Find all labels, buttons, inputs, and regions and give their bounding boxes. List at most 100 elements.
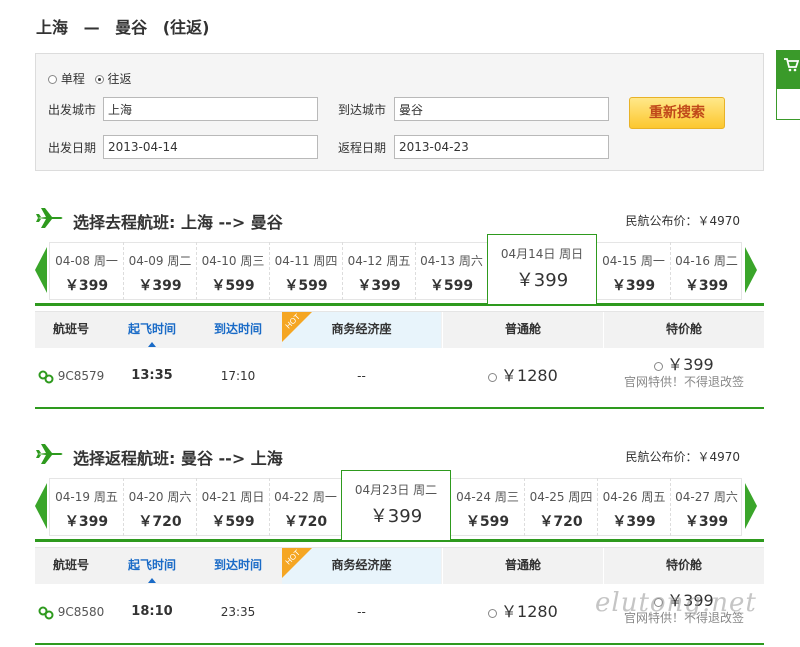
special-radio[interactable] <box>654 362 664 371</box>
special-cell[interactable]: ￥399 官网特供！不得退改签 <box>604 357 764 390</box>
date-option[interactable]: 04-16 周二 ￥399 <box>670 242 742 300</box>
date-label: 04-12 周五 <box>347 254 411 268</box>
round-trip-radio[interactable] <box>94 75 104 84</box>
date-price: ￥720 <box>539 514 583 530</box>
plane-icon <box>36 208 63 228</box>
date-price: ￥399 <box>611 278 656 294</box>
search-panel: 单程 往返 出发城市 到达城市 出发日期 返程日期 重新搜索 <box>35 53 764 171</box>
round-trip-label[interactable]: 往返 <box>108 72 132 86</box>
one-way-label[interactable]: 单程 <box>61 72 85 86</box>
ret-date-input[interactable] <box>394 135 609 159</box>
date-price: ￥399 <box>64 514 109 530</box>
arr-city-label: 到达城市 <box>338 103 387 117</box>
flight-no-cell: 9C8579 <box>35 347 107 405</box>
prev-dates-arrow-icon[interactable] <box>35 483 47 529</box>
date-price: ￥399 <box>612 514 656 530</box>
title-trip: (往返) <box>162 18 210 37</box>
ret-date-label: 返程日期 <box>338 141 387 155</box>
date-option-selected[interactable]: 04月23日 周二 ￥399 <box>341 470 451 540</box>
watermark: elutong.net <box>595 588 757 618</box>
date-price: ￥399 <box>369 506 423 527</box>
flight-no: 9C8580 <box>57 605 105 619</box>
date-option[interactable]: 04-09 周二 ￥399 <box>123 242 196 300</box>
date-option[interactable]: 04-25 周四 ￥720 <box>524 478 597 536</box>
plane-icon <box>36 444 63 464</box>
date-label: 04-26 周五 <box>602 490 666 504</box>
date-strip-baseline <box>35 303 764 306</box>
hot-badge-icon: HOT <box>282 312 312 342</box>
date-option[interactable]: 04-26 周五 ￥399 <box>597 478 670 536</box>
hot-badge-icon: HOT <box>282 548 312 578</box>
outbound-title: 选择去程航班: 上海 --> 曼谷 <box>73 213 283 232</box>
airline-logo-icon <box>38 370 54 383</box>
date-label: 04-15 周一 <box>602 254 665 268</box>
date-price: ￥399 <box>684 278 729 294</box>
date-option[interactable]: 04-24 周三 ￥599 <box>451 478 524 536</box>
date-option[interactable]: 04-15 周一 ￥399 <box>597 242 670 300</box>
date-price: ￥399 <box>138 278 182 294</box>
date-label: 04-20 周六 <box>128 490 192 504</box>
date-option[interactable]: 04-08 周一 ￥399 <box>50 242 123 300</box>
col-dep-time[interactable]: 起飞时间 <box>111 548 193 584</box>
date-label: 04-08 周一 <box>55 254 118 268</box>
dep-date-input[interactable] <box>103 135 318 159</box>
special-price: ￥399 <box>667 355 714 374</box>
date-option[interactable]: 04-11 周四 ￥599 <box>269 242 342 300</box>
date-price: ￥399 <box>64 278 109 294</box>
cart-icon <box>784 58 800 72</box>
date-label: 04月14日 周日 <box>500 247 584 261</box>
date-price: ￥399 <box>684 514 729 530</box>
date-price: ￥599 <box>429 278 474 294</box>
date-option[interactable]: 04-20 周六 ￥720 <box>123 478 196 536</box>
date-price: ￥399 <box>515 270 569 291</box>
economy-cell[interactable]: ￥1280 <box>443 583 603 641</box>
next-dates-arrow-icon[interactable] <box>745 483 757 529</box>
trip-type-group: 单程 往返 <box>48 70 138 87</box>
dep-time: 13:35 <box>131 368 173 383</box>
date-option[interactable]: 04-22 周一 ￥720 <box>269 478 341 536</box>
date-option-selected[interactable]: 04月14日 周日 ￥399 <box>487 234 597 304</box>
business-price: -- <box>357 369 366 383</box>
next-dates-arrow-icon[interactable] <box>745 247 757 293</box>
return-table-header: 航班号 起飞时间 到达时间 商务经济座 HOT 普通舱 特价舱 <box>35 547 764 584</box>
economy-radio[interactable] <box>488 373 498 382</box>
arr-city-input[interactable] <box>394 97 609 121</box>
date-option[interactable]: 04-27 周六 ￥399 <box>670 478 742 536</box>
re-search-button[interactable]: 重新搜索 <box>629 97 725 129</box>
date-price: ￥720 <box>283 514 328 530</box>
arr-time: 17:10 <box>220 369 256 383</box>
economy-cell[interactable]: ￥1280 <box>443 347 603 405</box>
flight-no: 9C8579 <box>57 369 105 383</box>
dep-date-label: 出发日期 <box>48 141 97 155</box>
special-note: 官网特供！不得退改签 <box>623 375 744 389</box>
date-option[interactable]: 04-13 周六 ￥599 <box>415 242 487 300</box>
dep-city-label: 出发城市 <box>48 103 97 117</box>
one-way-radio[interactable] <box>48 75 57 84</box>
date-label: 04-24 周三 <box>456 490 519 504</box>
outbound-table-header: 航班号 起飞时间 到达时间 商务经济座 HOT 普通舱 特价舱 <box>35 311 764 348</box>
page-title: 上海 — 曼谷 (往返) <box>36 14 219 38</box>
date-option[interactable]: 04-19 周五 ￥399 <box>50 478 123 536</box>
date-price: ￥599 <box>284 278 328 294</box>
prev-dates-arrow-icon[interactable] <box>35 247 47 293</box>
date-option[interactable]: 04-10 周三 ￥599 <box>196 242 269 300</box>
date-price: ￥399 <box>357 278 401 294</box>
date-price: ￥599 <box>211 278 255 294</box>
flight-no-cell: 9C8580 <box>35 583 107 641</box>
outbound-flight-row: 9C8579 13:35 17:10 -- ￥1280 ￥399 官网特供！不得… <box>35 347 764 409</box>
date-label: 04-19 周五 <box>55 490 118 504</box>
cart-tab[interactable] <box>776 50 800 120</box>
col-arr-time[interactable]: 到达时间 <box>195 312 281 348</box>
col-dep-time[interactable]: 起飞时间 <box>111 312 193 348</box>
outbound-date-strip: 04-08 周一 ￥399 04-09 周二 ￥399 04-10 周三 ￥599 0… <box>35 234 764 306</box>
date-option[interactable]: 04-21 周日 ￥599 <box>196 478 269 536</box>
date-label: 04-13 周六 <box>420 254 483 268</box>
airline-logo-icon <box>38 606 54 619</box>
business-price: -- <box>357 605 366 619</box>
col-arr-time[interactable]: 到达时间 <box>195 548 281 584</box>
date-option[interactable]: 04-12 周五 ￥399 <box>342 242 415 300</box>
economy-radio[interactable] <box>488 609 498 618</box>
date-price: ￥599 <box>211 514 255 530</box>
dep-city-input[interactable] <box>103 97 318 121</box>
outbound-header: 选择去程航班: 上海 --> 曼谷 民航公布价：￥4970 <box>36 206 746 232</box>
